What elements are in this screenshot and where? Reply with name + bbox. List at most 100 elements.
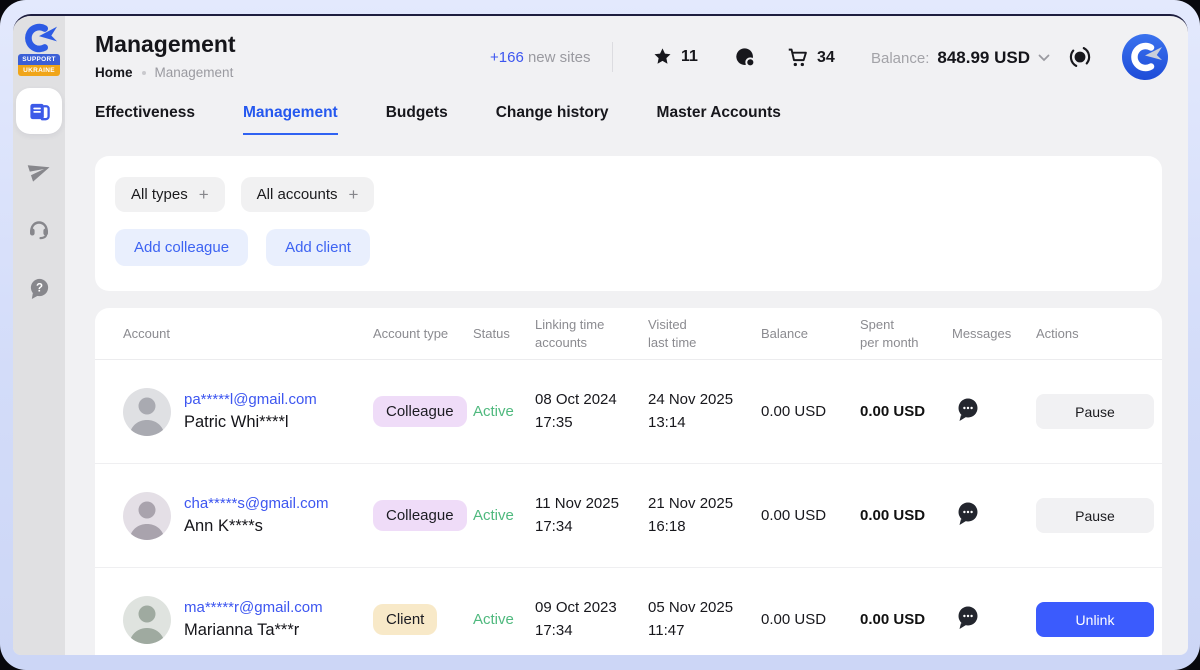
- notification-button[interactable]: [1067, 44, 1093, 75]
- filter-all-accounts-label: All accounts: [257, 186, 338, 203]
- visited-time: 24 Nov 2025 13:14: [648, 389, 761, 434]
- linking-date: 11 Nov 2025: [535, 493, 648, 516]
- account-info: cha*****s@gmail.com Ann K****s: [184, 495, 328, 536]
- visited-date: 05 Nov 2025: [648, 597, 761, 620]
- headset-icon: [27, 217, 51, 241]
- tab-budgets[interactable]: Budgets: [386, 104, 448, 135]
- balance-value: 848.99 USD: [937, 48, 1030, 68]
- svg-text:?: ?: [35, 282, 42, 294]
- col-spent: Spent per month: [860, 316, 952, 351]
- avatar: [123, 492, 171, 540]
- pause-button[interactable]: Pause: [1036, 498, 1154, 533]
- balance-label: Balance:: [871, 50, 929, 67]
- breadcrumb-home[interactable]: Home: [95, 65, 133, 80]
- new-sites-count: +166: [490, 49, 524, 66]
- visited-date: 21 Nov 2025: [648, 493, 761, 516]
- news-icon: [28, 100, 51, 123]
- add-client-button[interactable]: Add client: [266, 229, 370, 266]
- breadcrumb-current: Management: [155, 65, 234, 80]
- send-icon: [25, 156, 54, 185]
- col-account-type: Account type: [373, 325, 473, 343]
- notification-icon: [1067, 44, 1093, 70]
- plus-icon: +: [199, 186, 209, 203]
- new-sites-label: new sites: [524, 49, 591, 66]
- tab-master-accounts[interactable]: Master Accounts: [657, 104, 781, 135]
- new-sites-indicator[interactable]: +166 new sites: [490, 49, 591, 66]
- tab-effectiveness[interactable]: Effectiveness: [95, 104, 195, 135]
- breadcrumb-separator: [142, 71, 146, 75]
- filter-all-types[interactable]: All types +: [115, 177, 225, 212]
- add-colleague-button[interactable]: Add colleague: [115, 229, 248, 266]
- sidebar-item-help[interactable]: ?: [16, 265, 62, 311]
- linking-hour: 17:35: [535, 412, 648, 435]
- add-button-row: Add colleague Add client: [115, 229, 1142, 266]
- avatar: [123, 596, 171, 644]
- table-row: cha*****s@gmail.com Ann K****s Colleague…: [95, 464, 1162, 568]
- message-icon[interactable]: [955, 396, 981, 422]
- cart-icon: [787, 47, 808, 68]
- pause-button[interactable]: Pause: [1036, 394, 1154, 429]
- filter-all-accounts[interactable]: All accounts +: [241, 177, 375, 212]
- favorites-counter[interactable]: 11: [653, 47, 698, 66]
- linking-time: 08 Oct 2024 17:35: [535, 389, 648, 434]
- chevron-down-icon: [1038, 54, 1050, 62]
- account-type-badge: Colleague: [373, 500, 467, 531]
- visited-date: 24 Nov 2025: [648, 389, 761, 412]
- chat-icon: [735, 47, 756, 68]
- account-name: Ann K****s: [184, 517, 328, 536]
- header-divider: [612, 42, 613, 72]
- tab-change-history[interactable]: Change history: [496, 104, 609, 135]
- accounts-table: Account Account type Status Linking time…: [95, 308, 1162, 655]
- person-photo-icon: [123, 388, 171, 436]
- sidebar-item-support[interactable]: [16, 206, 62, 252]
- account-type-badge: Colleague: [373, 396, 467, 427]
- unlink-button[interactable]: Unlink: [1036, 602, 1154, 637]
- visited-hour: 16:18: [648, 516, 761, 539]
- sidebar-item-news[interactable]: [16, 88, 62, 134]
- account-avatar-logo[interactable]: [1121, 33, 1169, 81]
- content-area: All types + All accounts + Add colleague…: [65, 135, 1188, 655]
- spent-cell: 0.00 USD: [860, 507, 952, 524]
- chat-button[interactable]: [735, 47, 756, 68]
- title-block: Management Home Management: [95, 31, 236, 80]
- col-status: Status: [473, 325, 535, 343]
- visited-time: 21 Nov 2025 16:18: [648, 493, 761, 538]
- sidebar-item-messenger[interactable]: [16, 147, 62, 193]
- status-label: Active: [473, 507, 535, 524]
- balance-cell: 0.00 USD: [761, 403, 860, 420]
- account-name: Patric Whi****l: [184, 413, 317, 432]
- balance-dropdown[interactable]: Balance: 848.99 USD: [871, 48, 1050, 68]
- tab-management[interactable]: Management: [243, 104, 338, 135]
- col-visited: Visited last time: [648, 316, 761, 351]
- linking-time: 09 Oct 2023 17:34: [535, 597, 648, 642]
- account-cell: pa*****l@gmail.com Patric Whi****l: [123, 388, 373, 436]
- account-email[interactable]: cha*****s@gmail.com: [184, 495, 328, 512]
- linking-hour: 17:34: [535, 516, 648, 539]
- favorites-count: 11: [681, 48, 698, 66]
- table-row: pa*****l@gmail.com Patric Whi****l Colle…: [95, 360, 1162, 464]
- account-info: pa*****l@gmail.com Patric Whi****l: [184, 391, 317, 432]
- ukraine-label: UKRAINE: [18, 65, 60, 76]
- breadcrumb: Home Management: [95, 65, 236, 80]
- account-info: ma*****r@gmail.com Marianna Ta***r: [184, 599, 323, 640]
- visited-hour: 11:47: [648, 620, 761, 643]
- col-account: Account: [123, 325, 373, 343]
- message-icon[interactable]: [955, 500, 981, 526]
- col-balance: Balance: [761, 325, 860, 343]
- cart-counter[interactable]: 34: [787, 47, 835, 68]
- avatar: [123, 388, 171, 436]
- person-photo-icon: [123, 596, 171, 644]
- balance-cell: 0.00 USD: [761, 507, 860, 524]
- account-email[interactable]: ma*****r@gmail.com: [184, 599, 323, 616]
- linking-hour: 17:34: [535, 620, 648, 643]
- visited-time: 05 Nov 2025 11:47: [648, 597, 761, 642]
- app-window: SUPPORT UKRAINE: [13, 14, 1188, 655]
- message-icon[interactable]: [955, 604, 981, 630]
- star-icon: [653, 47, 672, 66]
- tab-bar: Effectiveness Management Budgets Change …: [65, 104, 1188, 135]
- table-header-row: Account Account type Status Linking time…: [95, 308, 1162, 360]
- support-ukraine-badge: SUPPORT UKRAINE: [18, 54, 60, 76]
- account-email[interactable]: pa*****l@gmail.com: [184, 391, 317, 408]
- account-cell: cha*****s@gmail.com Ann K****s: [123, 492, 373, 540]
- brand-logo-icon[interactable]: [20, 23, 58, 53]
